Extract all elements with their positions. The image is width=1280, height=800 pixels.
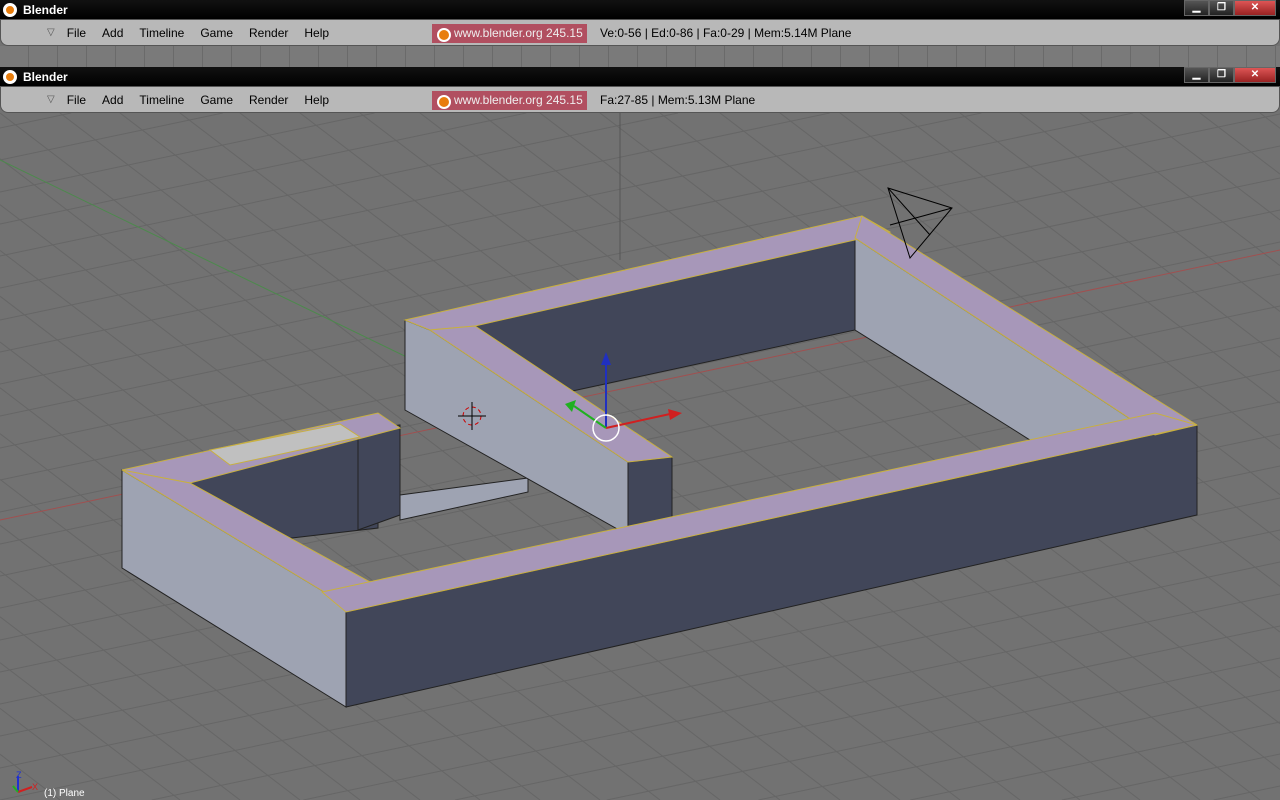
maximize-button[interactable]: ❐ (1209, 67, 1234, 83)
window-titlebar: Blender ▁ ❐ ✕ (0, 67, 1280, 86)
menu-file[interactable]: File (67, 93, 86, 107)
menu-help[interactable]: Help (304, 26, 329, 40)
grid-line (0, 113, 901, 800)
grid-line (0, 662, 181, 800)
menu-add[interactable]: Add (102, 26, 123, 40)
axis-x-label: X (32, 782, 38, 792)
grid-line (1213, 785, 1280, 800)
menu-bar: ▽ File Add Timeline Game Render Help www… (0, 19, 1280, 46)
collapse-icon[interactable]: ▽ (47, 27, 55, 38)
grid-line (606, 657, 1280, 800)
grid-line (0, 113, 72, 129)
axis-z-label: Z (16, 770, 22, 780)
close-button[interactable]: ✕ (1234, 67, 1276, 83)
menu-file[interactable]: File (67, 26, 86, 40)
grid-line (0, 113, 375, 193)
menu-timeline[interactable]: Timeline (139, 93, 184, 107)
grid-line (1259, 113, 1280, 129)
menu-render[interactable]: Render (249, 93, 288, 107)
window-title: Blender (23, 2, 68, 17)
version-badge: www.blender.org 245.15 (432, 91, 587, 110)
scene-stats: Ve:0-56 | Ed:0-86 | Fa:0-29 | Mem:5.14M … (600, 26, 852, 40)
menu-render[interactable]: Render (249, 26, 288, 40)
menu-game[interactable]: Game (200, 93, 233, 107)
minimize-button[interactable]: ▁ (1184, 67, 1209, 83)
mesh-walls (121, 215, 1199, 708)
minimize-button[interactable]: ▁ (1184, 0, 1209, 16)
close-button[interactable]: ✕ (1234, 0, 1276, 16)
scene-stats: Fa:27-85 | Mem:5.13M Plane (600, 93, 756, 107)
blender-logo-icon (3, 2, 17, 17)
3d-viewport[interactable]: Z X (0, 113, 1280, 800)
menu-bar: ▽ File Add Timeline Game Render Help www… (0, 86, 1280, 113)
menu-help[interactable]: Help (304, 93, 329, 107)
menu-add[interactable]: Add (102, 93, 123, 107)
object-label: (1) Plane (44, 788, 85, 799)
grid-line (1079, 113, 1280, 267)
menu-game[interactable]: Game (200, 26, 233, 40)
grid-line (910, 721, 1280, 800)
version-badge: www.blender.org 245.15 (432, 24, 587, 43)
maximize-button[interactable]: ❐ (1209, 0, 1234, 16)
grid-line (0, 616, 241, 800)
menu-timeline[interactable]: Timeline (139, 26, 184, 40)
timeline-strip (0, 46, 1280, 67)
grid-line (1019, 113, 1280, 312)
window-titlebar: Blender ▁ ❐ ✕ (0, 0, 1280, 19)
blender-logo-icon (3, 69, 17, 84)
grid-line (0, 113, 527, 225)
collapse-icon[interactable]: ▽ (47, 94, 55, 105)
window-title: Blender (23, 69, 68, 84)
